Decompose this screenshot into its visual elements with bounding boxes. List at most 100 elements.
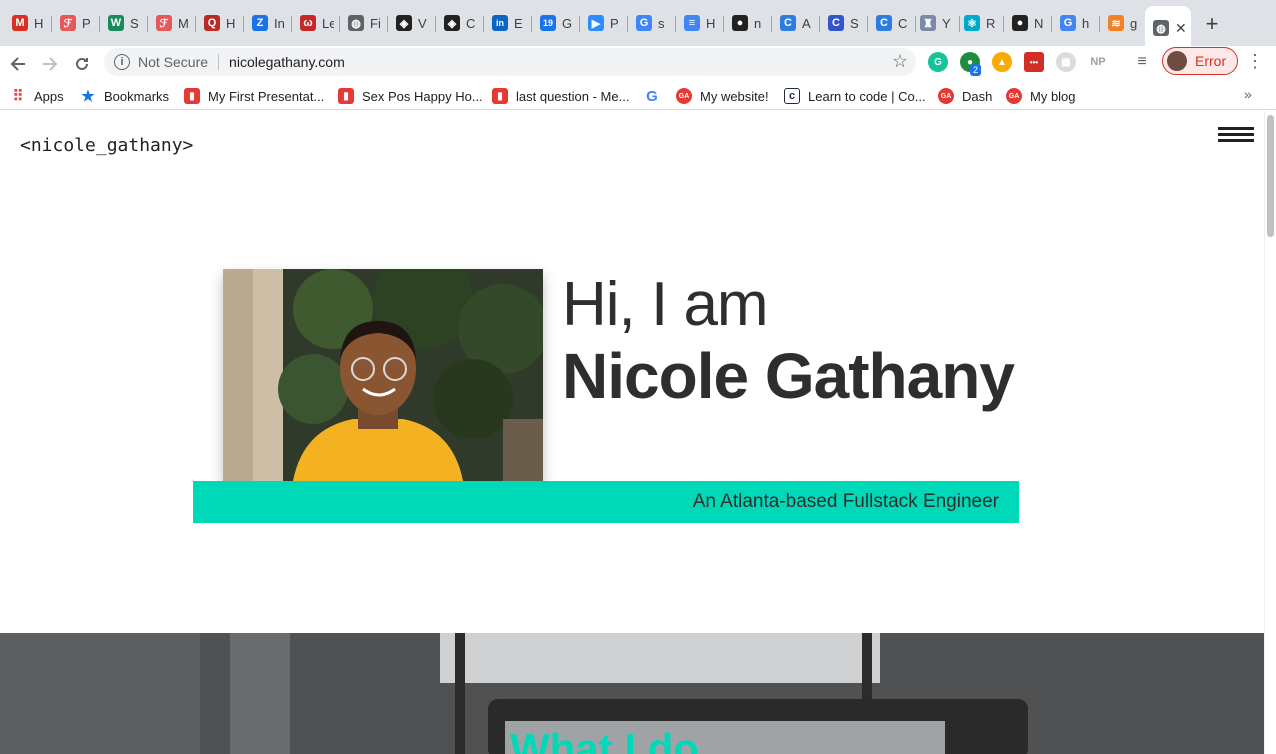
tab[interactable]: ℱP <box>52 8 100 38</box>
bookmark-label: Bookmarks <box>104 88 170 104</box>
security-label[interactable]: Not Secure <box>138 54 208 70</box>
bookmark-item[interactable]: ★ Bookmarks <box>80 86 169 106</box>
ga-icon: GA <box>1006 88 1022 104</box>
bookmark-item[interactable]: GA My website! <box>676 86 769 106</box>
warning-extension-icon[interactable]: ▲ <box>992 52 1012 72</box>
extension-grid-icon[interactable]: ▦ <box>1056 52 1076 72</box>
bookmark-label: My blog <box>1030 88 1076 104</box>
tab[interactable]: ♜ Y <box>912 8 960 38</box>
tab-title: h <box>1082 15 1090 31</box>
forward-button[interactable] <box>36 50 64 78</box>
tab-title: G <box>562 15 573 31</box>
scrollbar-thumb[interactable] <box>1267 115 1274 237</box>
tab[interactable]: ● N <box>1004 8 1052 38</box>
tab[interactable]: ℱM <box>148 8 196 38</box>
grammarly-icon[interactable]: G <box>928 52 948 72</box>
tab-title: C <box>898 15 908 31</box>
info-icon[interactable]: i <box>114 54 130 70</box>
tab[interactable]: CS <box>820 8 868 38</box>
gmail-icon: M <box>12 15 28 31</box>
tab[interactable]: Z In <box>244 8 292 38</box>
tab[interactable]: ω Le <box>292 8 340 38</box>
tab[interactable]: QH <box>196 8 244 38</box>
bookmark-label: Learn to code | Co... <box>808 88 926 104</box>
prezi-icon: ▮ <box>492 88 508 104</box>
apps-grid-icon: ⠿ <box>12 88 24 105</box>
tab[interactable]: ◈ C <box>436 8 484 38</box>
lastpass-icon[interactable]: ••• <box>1024 52 1044 72</box>
tab-title: Le <box>322 15 334 31</box>
np-extension-icon[interactable]: NP <box>1088 52 1108 72</box>
google-icon: G <box>646 87 658 105</box>
tab-title: V <box>418 15 427 31</box>
tab-title: A <box>802 15 811 31</box>
tab[interactable]: in E <box>484 8 532 38</box>
hamburger-menu-icon[interactable] <box>1218 127 1254 145</box>
tab[interactable]: CA <box>772 8 820 38</box>
zillow-icon: Z <box>252 15 268 31</box>
site-logo[interactable]: <nicole_gathany> <box>20 135 193 156</box>
google-icon: G <box>1060 15 1076 31</box>
address-divider <box>218 54 220 70</box>
codepen-icon: ◈ <box>444 15 460 31</box>
tab[interactable]: Gh <box>1052 8 1100 38</box>
tab-title: R <box>986 15 996 31</box>
tab[interactable]: ≡ H <box>676 8 724 38</box>
tab[interactable]: CC <box>868 8 916 38</box>
more-menu-icon[interactable]: ⋮ <box>1246 51 1264 72</box>
upwork-icon: W <box>108 15 124 31</box>
new-tab-button[interactable]: + <box>1200 12 1224 36</box>
profile-button[interactable]: Error <box>1162 47 1238 75</box>
gemini-icon: ℱ <box>60 15 76 31</box>
bookmark-label: Apps <box>34 88 64 104</box>
bookmark-item[interactable]: GA My blog <box>1006 86 1076 106</box>
web-page: <nicole_gathany> Hi, I am Nicole Gathany… <box>0 111 1276 754</box>
tab[interactable]: ◍ Fi <box>340 8 388 38</box>
address-bar[interactable]: i Not Secure nicolegathany.com ☆ <box>104 48 916 76</box>
bookmark-item[interactable]: ▮ Sex Pos Happy Ho... <box>338 86 483 106</box>
bookmark-item[interactable]: ⠿ Apps <box>10 86 64 106</box>
bookmark-label: Sex Pos Happy Ho... <box>362 88 483 104</box>
tab[interactable]: ⚛ R <box>956 8 1004 38</box>
tab[interactable]: WS <box>100 8 148 38</box>
bookmarks-overflow-icon[interactable]: » <box>1244 86 1252 102</box>
what-i-do-section: What I do <box>0 633 1276 754</box>
tab[interactable]: MH <box>4 8 52 38</box>
bookmark-item[interactable]: GA Dash <box>938 86 992 106</box>
bookmark-item[interactable]: c Learn to code | Co... <box>784 86 926 106</box>
tab[interactable]: ▶ P <box>580 8 628 38</box>
back-arrow-icon <box>10 57 25 71</box>
tab-title: P <box>610 15 619 31</box>
tab[interactable]: ● n <box>724 8 772 38</box>
reload-button[interactable] <box>68 50 96 78</box>
quora-icon: Q <box>204 15 220 31</box>
tab[interactable]: ◈ V <box>388 8 436 38</box>
tab[interactable]: 19 G <box>532 8 580 38</box>
ga-icon: GA <box>676 88 692 104</box>
url-text[interactable]: nicolegathany.com <box>229 54 345 70</box>
hero-greeting: Hi, I am <box>562 270 769 339</box>
avatar <box>1167 51 1187 71</box>
back-button[interactable] <box>4 50 32 78</box>
codecademy-icon: c <box>784 88 800 104</box>
tab-title: Fi <box>370 15 381 31</box>
tab[interactable]: Gs <box>628 8 676 38</box>
profile-photo <box>223 269 543 481</box>
bookmark-item[interactable]: ▮ My First Presentat... <box>184 86 324 106</box>
forward-arrow-icon <box>43 57 58 71</box>
bookmark-star-icon[interactable]: ☆ <box>892 51 908 72</box>
tab-title: H <box>34 15 44 31</box>
close-icon[interactable]: ✕ <box>1175 20 1187 37</box>
tab[interactable]: ≋ g <box>1100 8 1148 38</box>
media-queue-icon[interactable]: ≡ <box>1132 52 1152 72</box>
tower-icon: ♜ <box>920 15 936 31</box>
bookmark-item[interactable]: ▮ last question - Me... <box>492 86 629 106</box>
ga-icon: GA <box>938 88 954 104</box>
tab-active[interactable]: ◍ ✕ <box>1145 6 1191 46</box>
github-icon: ● <box>1012 15 1028 31</box>
bookmark-item[interactable]: G <box>644 86 668 106</box>
canva-icon: C <box>828 15 844 31</box>
section-title: What I do <box>510 725 699 754</box>
bookmark-label: My First Presentat... <box>208 88 325 104</box>
canva-icon: C <box>876 15 892 31</box>
